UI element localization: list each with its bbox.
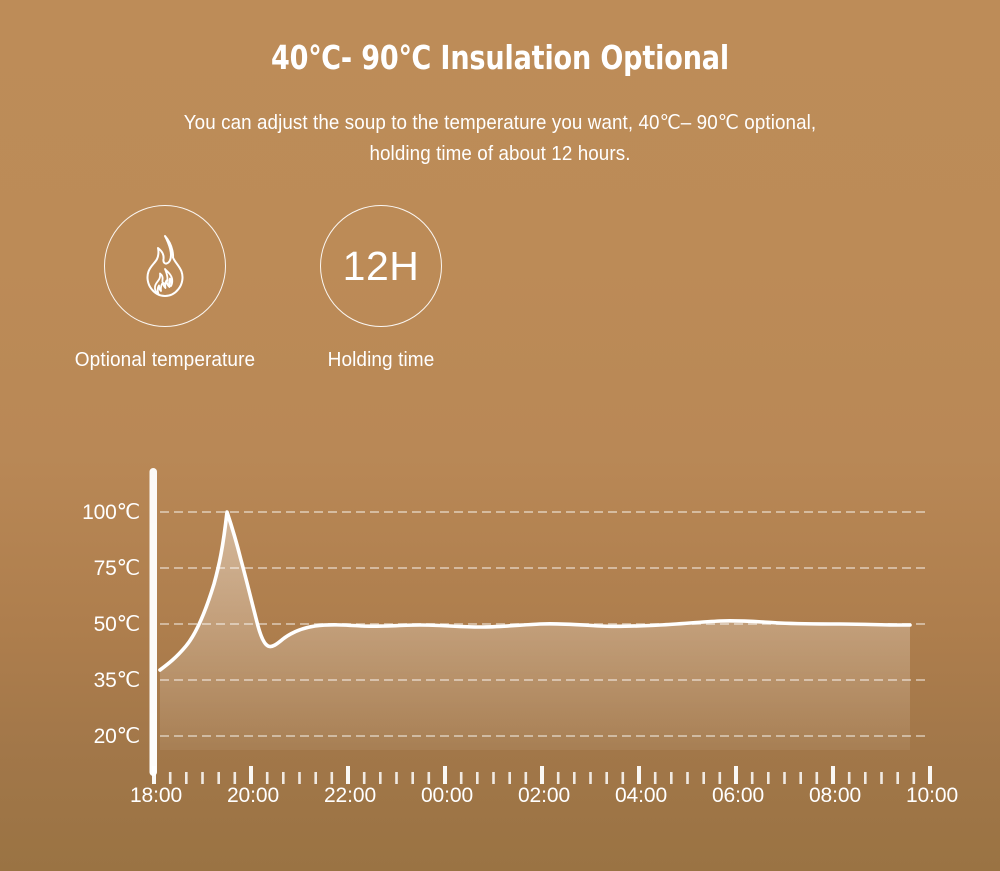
x-tick-label: 02:00: [517, 784, 571, 807]
curve-area-fill: [160, 512, 910, 750]
x-tick-label: 22:00: [323, 784, 377, 807]
x-tick-label: 08:00: [808, 784, 862, 807]
page-subtitle: You can adjust the soup to the temperatu…: [183, 112, 817, 165]
x-tick-label: 04:00: [614, 784, 668, 807]
x-axis-ticks: [152, 766, 932, 784]
feature-circle-temperature: [104, 205, 226, 327]
holding-time-value: 12H: [342, 242, 420, 289]
chart-plot-area: [149, 468, 932, 784]
x-axis-labels: 18:00 20:00 22:00 00:00 02:00 04:00 06:0…: [0, 785, 1000, 825]
x-tick-label: 06:00: [711, 784, 765, 807]
feature-circle-holding-time: 12H: [320, 205, 442, 327]
x-tick-label: 18:00: [129, 784, 183, 807]
feature-item-temperature: Optional temperature: [50, 205, 280, 372]
x-tick-label: 00:00: [420, 784, 474, 807]
feature-item-holding-time: 12H Holding time: [266, 205, 496, 372]
promo-page: 40℃- 90℃ Insulation Optional You can adj…: [0, 0, 1000, 871]
flame-icon: [136, 233, 194, 299]
feature-label-temperature: Optional temperature: [74, 349, 256, 371]
x-tick-label: 10:00: [905, 784, 959, 807]
x-tick-label: 20:00: [226, 784, 280, 807]
feature-label-holding-time: Holding time: [327, 349, 435, 371]
y-axis-bar: [149, 468, 157, 776]
page-title: 40℃- 90℃ Insulation Optional: [270, 38, 730, 77]
feature-list: Optional temperature 12H Holding time: [50, 205, 570, 380]
temperature-chart: 100℃ 75℃ 50℃ 35℃ 20℃ 18:00 20:00 22:00 0…: [0, 440, 1000, 840]
